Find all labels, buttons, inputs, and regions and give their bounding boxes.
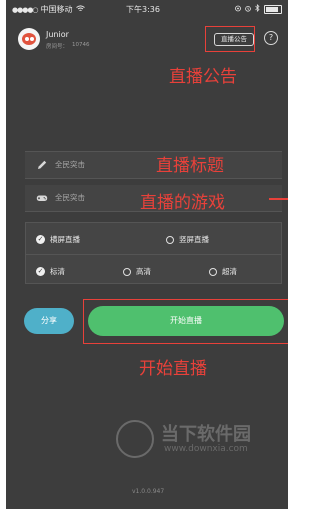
wifi-icon xyxy=(75,5,85,14)
watermark-url: www.downxia.com xyxy=(164,444,248,454)
portrait-label: 竖屏直播 xyxy=(179,235,209,244)
user-id-label: 房间号： xyxy=(46,44,69,50)
user-id-value: 10746 xyxy=(72,42,90,48)
orientation-landscape-option[interactable]: ✓ 横屏直播 xyxy=(36,234,80,245)
annotation-title: 直播标题 xyxy=(156,156,224,176)
signal-dots: ●●●●○ xyxy=(12,5,39,14)
annotation-start: 开始直播 xyxy=(139,359,207,379)
annotation-game: 直播的游戏 xyxy=(140,193,225,213)
watermark-logo xyxy=(116,420,154,458)
annotation-arrow xyxy=(269,198,288,200)
quality-hd-option[interactable]: 高清 xyxy=(123,266,151,277)
stream-title-value: 全民突击 xyxy=(55,160,85,169)
bluetooth-icon xyxy=(255,3,260,14)
watermark-site-name: 当下软件园 xyxy=(161,424,251,445)
sd-label: 标清 xyxy=(50,267,65,276)
avatar-eye xyxy=(30,37,34,41)
status-time: 下午3:36 xyxy=(126,5,160,14)
carrier-label: 中国移动 xyxy=(40,5,73,14)
selected-check-icon: ✓ xyxy=(36,267,45,276)
landscape-label: 横屏直播 xyxy=(50,235,80,244)
share-button[interactable]: 分享 xyxy=(24,308,74,334)
user-id-row: 房间号： 10746 xyxy=(46,42,90,50)
uhd-label: 超清 xyxy=(222,267,237,276)
status-bar: ●●●●○ 中国移动 下午3:36 xyxy=(6,0,288,18)
stream-title-field[interactable]: 全民突击 xyxy=(25,151,282,179)
selected-check-icon: ✓ xyxy=(36,235,45,244)
phone-screen: ●●●●○ 中国移动 下午3:36 Junior 房间号： 10746 直播公告… xyxy=(6,0,288,509)
help-button[interactable]: ? xyxy=(264,31,278,45)
stream-options-panel: ✓ 横屏直播 竖屏直播 ✓ 标清 高清 超清 xyxy=(25,222,282,284)
location-icon xyxy=(235,5,241,14)
quality-sd-option[interactable]: ✓ 标清 xyxy=(36,266,65,277)
annotation-announcement: 直播公告 xyxy=(169,67,237,87)
radio-unselected-icon xyxy=(209,267,217,276)
radio-unselected-icon xyxy=(123,267,131,276)
stream-game-value: 全民突击 xyxy=(55,193,85,202)
orientation-portrait-option[interactable]: 竖屏直播 xyxy=(166,234,209,245)
version-label: v1.0.0.947 xyxy=(132,488,165,495)
avatar[interactable] xyxy=(18,28,40,50)
start-live-button[interactable]: 开始直播 xyxy=(88,306,284,336)
quality-uhd-option[interactable]: 超清 xyxy=(209,266,237,277)
announcement-button[interactable]: 直播公告 xyxy=(214,33,254,46)
avatar-eye xyxy=(25,37,29,41)
divider xyxy=(26,254,281,255)
pencil-icon xyxy=(36,159,48,171)
alarm-icon xyxy=(245,5,251,14)
hd-label: 高清 xyxy=(136,267,151,276)
radio-unselected-icon xyxy=(166,235,174,244)
user-name: Junior xyxy=(46,30,69,39)
gamepad-icon xyxy=(36,192,48,204)
battery-icon xyxy=(264,4,282,14)
battery-level xyxy=(266,6,278,12)
